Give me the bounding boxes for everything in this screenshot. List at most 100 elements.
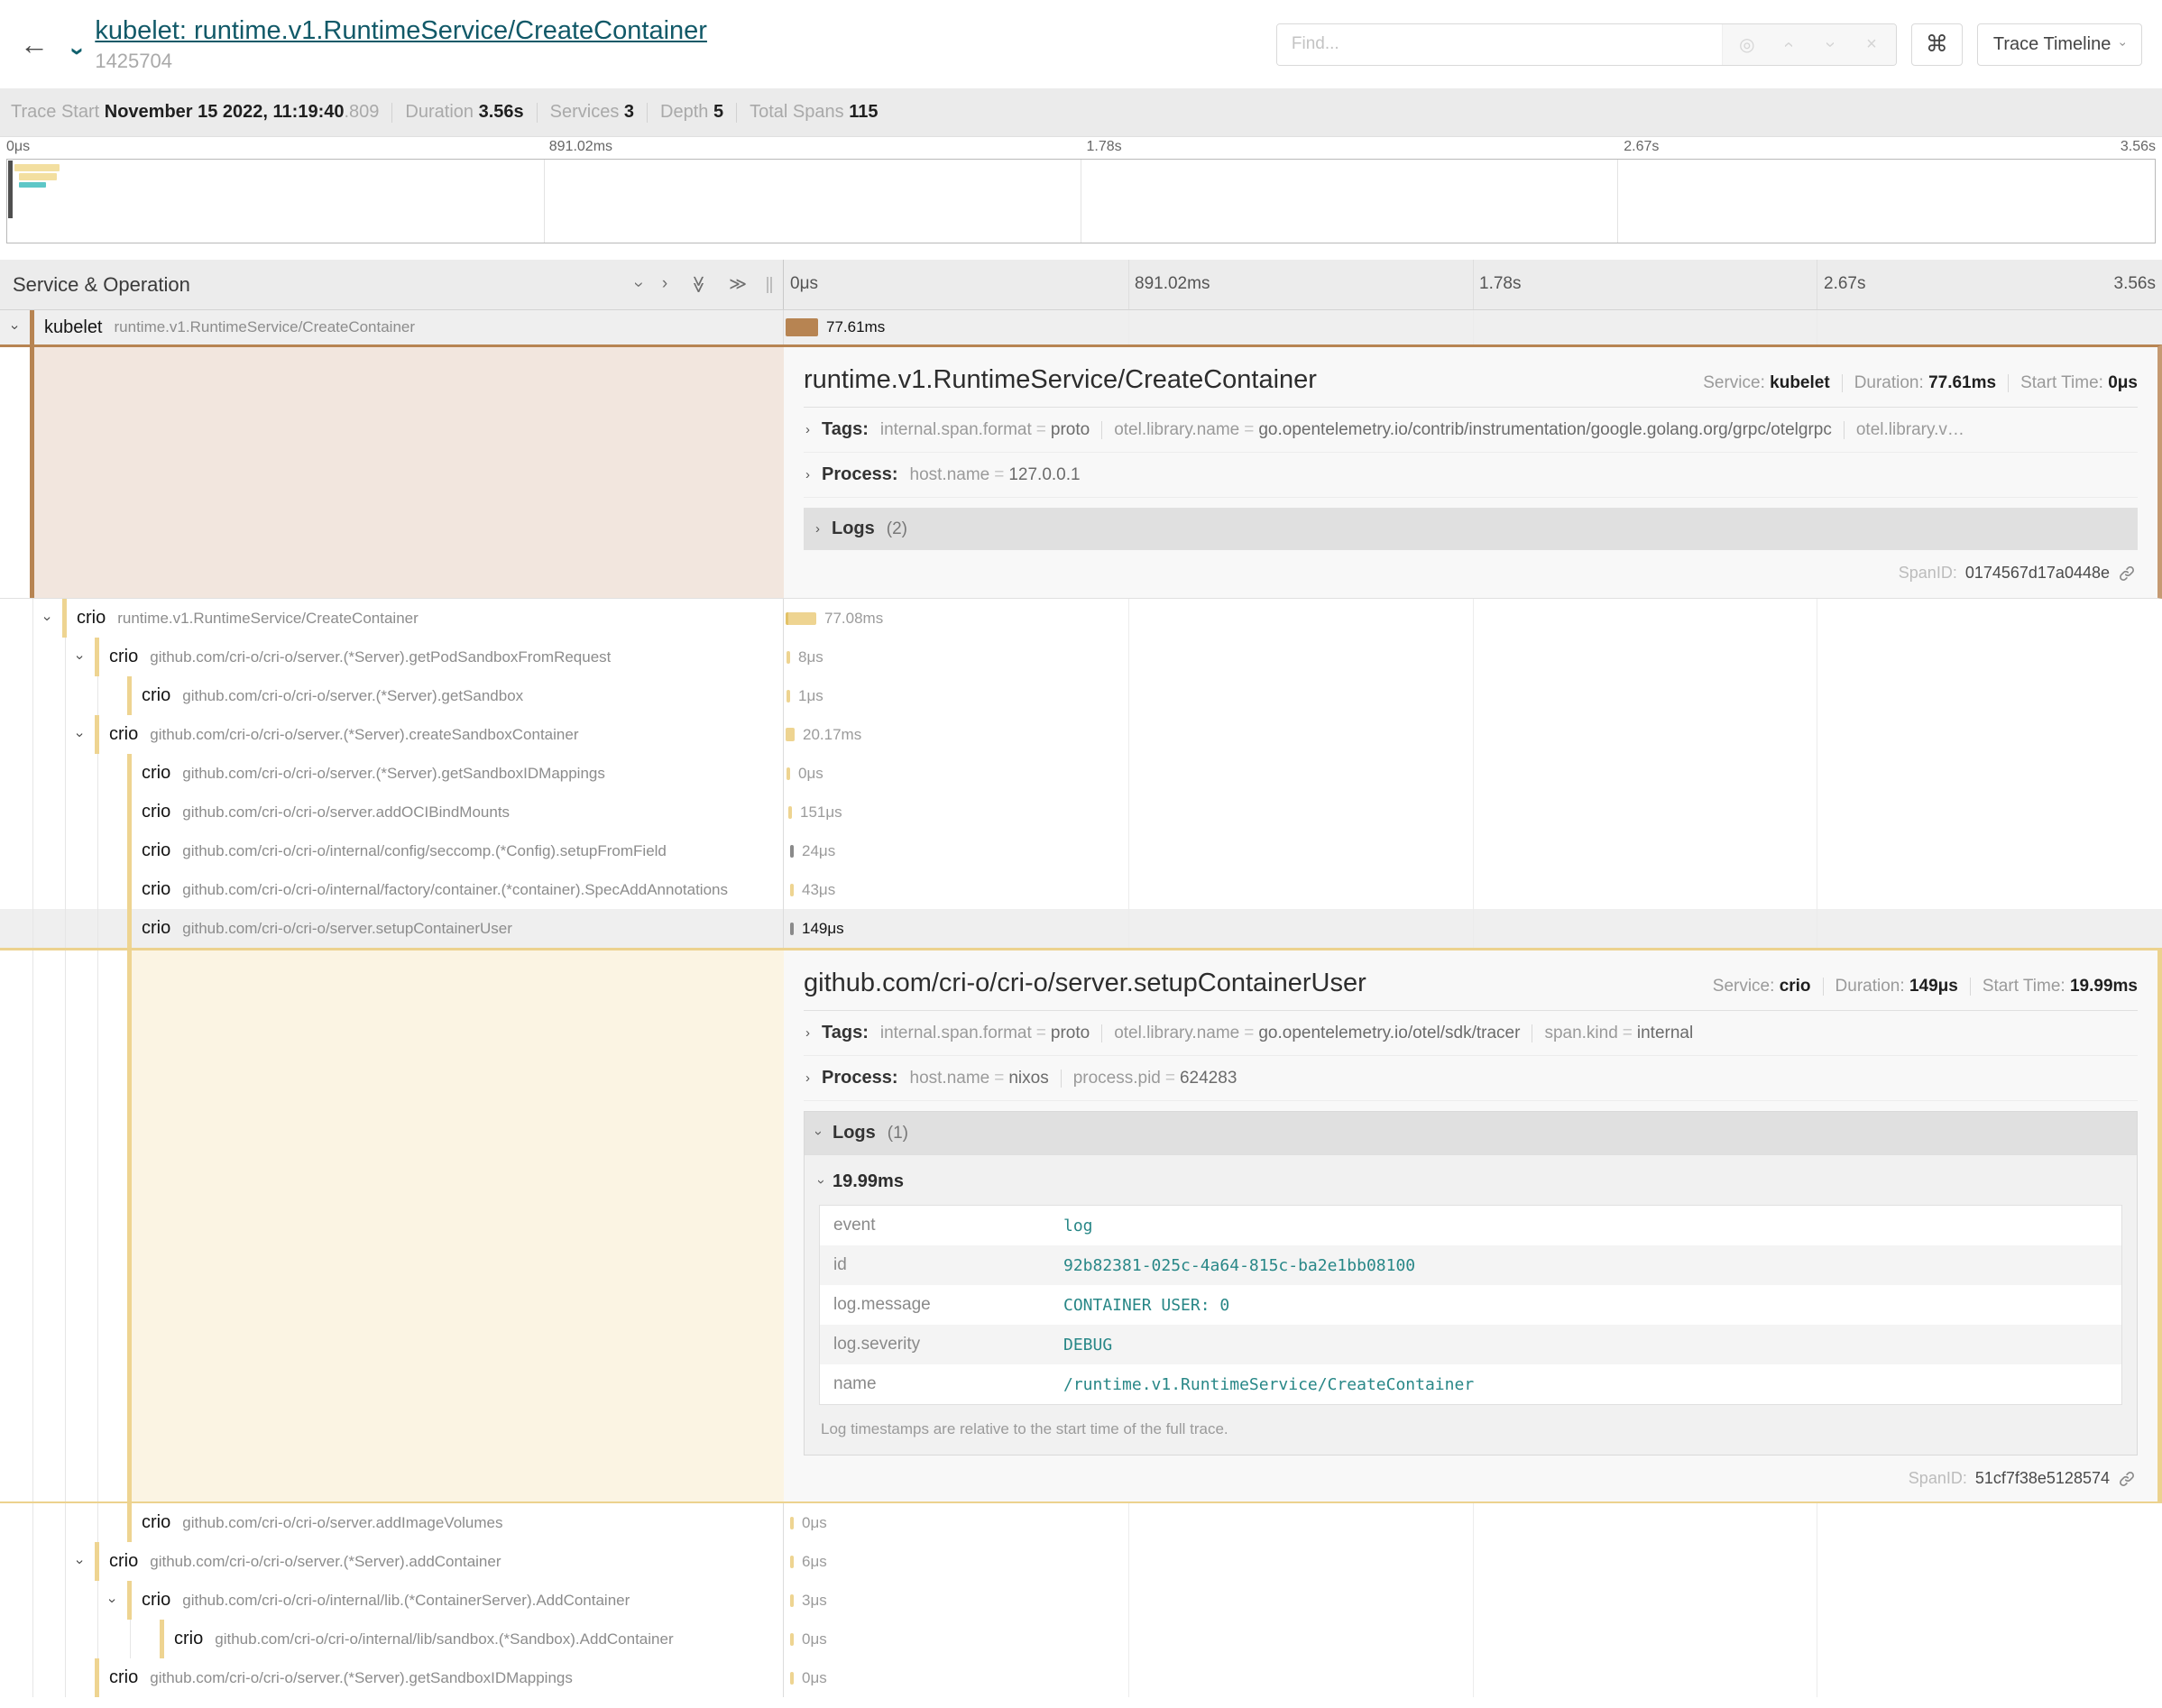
minimap-span-bar-crio — [19, 173, 57, 180]
link-icon[interactable] — [2118, 1470, 2136, 1488]
service-color-bar — [127, 754, 132, 793]
minimap-drag-handle[interactable] — [8, 161, 13, 218]
span-duration-bar[interactable] — [790, 1556, 794, 1568]
span-row-crio-createcontainer[interactable]: › crioruntime.v1.RuntimeService/CreateCo… — [0, 599, 2162, 638]
detail-content: github.com/cri-o/cri-o/server.setupConta… — [784, 950, 2157, 1501]
process-accordion[interactable]: › Process: host.name=nixos process.pid=6… — [804, 1056, 2138, 1101]
span-duration-bar[interactable] — [787, 690, 790, 702]
service-operation-header: Service & Operation › › ≫ ≫ — [0, 260, 784, 309]
minimap-canvas[interactable] — [6, 159, 2156, 243]
view-select-button[interactable]: Trace Timeline › — [1977, 23, 2142, 66]
divider — [391, 103, 392, 123]
chevron-down-icon[interactable]: › — [71, 726, 87, 744]
service-color-bar — [127, 831, 132, 870]
find-input[interactable] — [1277, 24, 1722, 65]
collapse-one-icon[interactable]: › — [627, 281, 648, 287]
find-next-icon[interactable]: › — [1819, 23, 1840, 65]
locate-icon[interactable]: ◎ — [1726, 33, 1768, 56]
span-row-sandbox-addcontainer[interactable]: criogithub.com/cri-o/cri-o/internal/lib/… — [0, 1620, 2162, 1658]
chevron-right-icon: › — [805, 1025, 810, 1041]
divider — [537, 103, 538, 123]
span-duration-bar[interactable] — [790, 1594, 794, 1607]
span-duration-bar[interactable] — [786, 318, 818, 336]
span-id-value: 51cf7f38e5128574 — [1975, 1469, 2110, 1488]
span-duration-bar[interactable] — [787, 767, 790, 780]
span-row-addcontainer[interactable]: › criogithub.com/cri-o/cri-o/server.(*Se… — [0, 1542, 2162, 1581]
service-color-bar — [127, 870, 132, 909]
span-duration-bar[interactable] — [787, 651, 790, 664]
chevron-right-icon: › — [805, 1070, 810, 1086]
trace-title-link[interactable]: kubelet: runtime.v1.RuntimeService/Creat… — [95, 16, 707, 46]
chevron-down-icon[interactable]: › — [6, 318, 23, 336]
keyboard-shortcuts-button[interactable]: ⌘ — [1911, 23, 1963, 66]
service-color-bar — [127, 793, 132, 831]
chevron-down-icon[interactable]: › — [104, 1592, 120, 1610]
header-right: ◎ › › × ⌘ Trace Timeline › — [1276, 23, 2142, 66]
chevron-right-icon: › — [805, 467, 810, 482]
span-duration-bar[interactable] — [790, 845, 794, 858]
find-controls: ◎ › › × — [1722, 24, 1896, 65]
back-icon[interactable]: ← — [20, 28, 49, 61]
span-duration-bar[interactable] — [786, 728, 795, 741]
log-entry-header[interactable]: › 19.99ms — [819, 1170, 2122, 1205]
span-row-addimagevolumes[interactable]: criogithub.com/cri-o/cri-o/server.addIma… — [0, 1503, 2162, 1542]
span-duration-bar[interactable] — [790, 1633, 794, 1646]
find-clear-icon[interactable]: × — [1851, 34, 1892, 55]
expand-all-icon[interactable]: ≫ — [729, 274, 747, 295]
service-color-bar — [127, 676, 132, 715]
span-operation: runtime.v1.RuntimeService/CreateContaine… — [115, 318, 416, 336]
process-accordion[interactable]: › Process: host.name=127.0.0.1 — [804, 453, 2138, 498]
span-row-kubelet-createcontainer[interactable]: › kubelet runtime.v1.RuntimeService/Crea… — [0, 310, 2162, 344]
chevron-down-icon[interactable]: › — [39, 610, 55, 628]
tags-accordion[interactable]: › Tags: internal.span.format=proto otel.… — [804, 408, 2138, 453]
span-row-addocibindmounts[interactable]: criogithub.com/cri-o/cri-o/server.addOCI… — [0, 793, 2162, 831]
chevron-right-icon: › — [815, 521, 820, 537]
logs-count: (1) — [888, 1124, 908, 1143]
log-field-row: log.messageCONTAINER USER: 0 — [820, 1285, 2121, 1325]
span-id-label: SpanID: — [1909, 1469, 1967, 1488]
trace-depth: Depth 5 — [660, 102, 723, 123]
chevron-down-icon[interactable]: › — [71, 1553, 87, 1571]
service-color-bar — [95, 715, 99, 754]
detail-indent-area — [0, 347, 784, 598]
span-row-containerserver-addcontainer[interactable]: › criogithub.com/cri-o/cri-o/internal/li… — [0, 1581, 2162, 1620]
logs-label: Logs — [832, 519, 875, 539]
column-resize-grip[interactable] — [767, 277, 772, 293]
span-row-specaddannotations[interactable]: criogithub.com/cri-o/cri-o/internal/fact… — [0, 870, 2162, 909]
logs-accordion[interactable]: › Logs (2) — [804, 508, 2138, 550]
span-duration-bar[interactable] — [788, 806, 792, 819]
span-duration-bar[interactable] — [790, 923, 794, 935]
span-row-getsandboxidmappings[interactable]: criogithub.com/cri-o/cri-o/server.(*Serv… — [0, 754, 2162, 793]
link-icon[interactable] — [2118, 565, 2136, 583]
find-prev-icon[interactable]: › — [1778, 23, 1799, 65]
span-duration-bar[interactable] — [790, 884, 794, 896]
tags-accordion[interactable]: › Tags: internal.span.format=proto otel.… — [804, 1011, 2138, 1056]
service-color-bar — [127, 1503, 132, 1542]
tree-controls: › › ≫ ≫ — [635, 274, 747, 295]
span-id-label: SpanID: — [1899, 564, 1957, 583]
trace-collapse-chevron-icon[interactable]: › — [64, 47, 93, 55]
logs-accordion[interactable]: › Logs (1) — [805, 1112, 2137, 1154]
view-select-label: Trace Timeline — [1993, 34, 2111, 55]
span-row-seccomp-setupfromfield[interactable]: criogithub.com/cri-o/cri-o/internal/conf… — [0, 831, 2162, 870]
log-field-row: id92b82381-025c-4a64-815c-ba2e1bb08100 — [820, 1245, 2121, 1285]
span-row-setupcontaineruser[interactable]: criogithub.com/cri-o/cri-o/server.setupC… — [0, 909, 2162, 948]
chevron-down-icon: › — [814, 1180, 829, 1184]
collapse-all-icon[interactable]: ≫ — [688, 276, 709, 294]
span-duration-bar[interactable] — [786, 612, 816, 625]
service-color-bar — [127, 950, 132, 1501]
logs-body: › 19.99ms eventlog id92b82381-025c-4a64-… — [805, 1154, 2137, 1455]
tags-label: Tags: — [822, 419, 869, 440]
span-duration-bar[interactable] — [790, 1672, 794, 1685]
chevron-down-icon[interactable]: › — [71, 648, 87, 666]
span-row-getsandboxidmappings-2[interactable]: criogithub.com/cri-o/cri-o/server.(*Serv… — [0, 1658, 2162, 1697]
span-row-getpodsandboxfromrequest[interactable]: › criogithub.com/cri-o/cri-o/server.(*Se… — [0, 638, 2162, 676]
span-row-createsandboxcontainer[interactable]: › criogithub.com/cri-o/cri-o/server.(*Se… — [0, 715, 2162, 754]
detail-title: github.com/cri-o/cri-o/server.setupConta… — [804, 969, 1366, 998]
divider — [647, 103, 648, 123]
span-duration-bar[interactable] — [790, 1517, 794, 1529]
detail-header: github.com/cri-o/cri-o/server.setupConta… — [804, 954, 2138, 1011]
minimap-ticks: 0μs 891.02ms 1.78s 2.67s 3.56s — [6, 139, 2156, 157]
span-row-getsandbox[interactable]: criogithub.com/cri-o/cri-o/server.(*Serv… — [0, 676, 2162, 715]
expand-one-icon[interactable]: › — [662, 274, 667, 295]
